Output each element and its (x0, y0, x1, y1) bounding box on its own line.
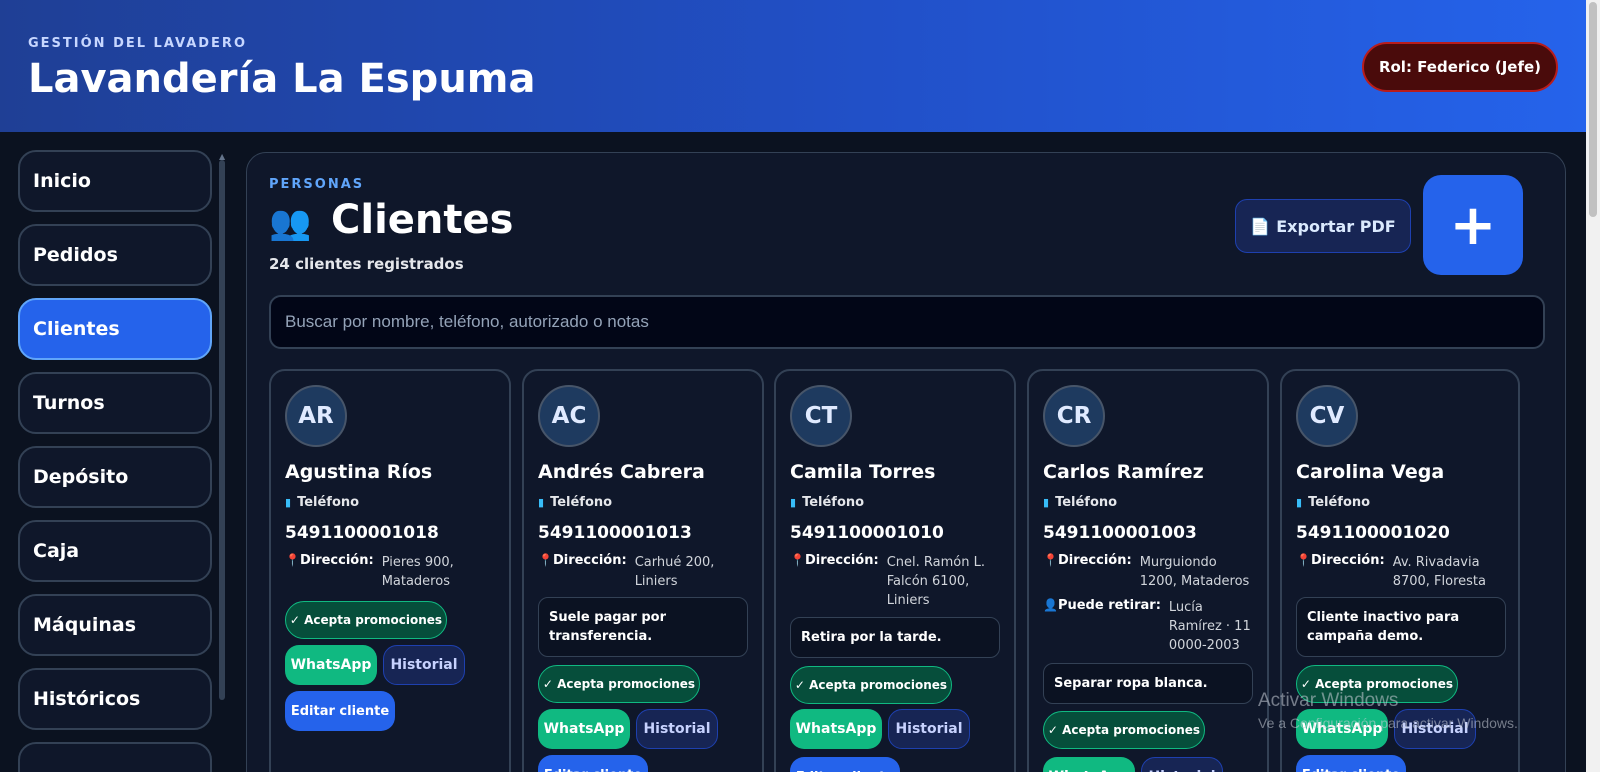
phone-label: ▮ Teléfono (790, 495, 865, 510)
phone-icon: ▮ (790, 496, 797, 509)
client-address: 📍 Dirección: Murguiondo 1200, Mataderos (1043, 553, 1250, 589)
avatar: CR (1043, 385, 1105, 447)
client-name: Agustina Ríos (285, 461, 433, 483)
sidebar-item-inicio[interactable]: Inicio (18, 150, 212, 212)
app-title: Lavandería La Espuma (28, 56, 536, 102)
role-badge[interactable]: Rol: Federico (Jefe) (1362, 42, 1558, 92)
watermark-subtitle: Ve a Configuración para activar Windows. (1258, 715, 1518, 731)
sidebar-scrollbar[interactable] (219, 160, 225, 700)
client-address: 📍 Dirección: Pieres 900, Mataderos (285, 553, 454, 589)
document-icon: 📄 (1250, 216, 1271, 236)
client-card: CR Carlos Ramírez ▮ Teléfono 549110000100… (1027, 369, 1269, 772)
phone-label: ▮ Teléfono (285, 495, 360, 510)
app-header: GESTIÓN DEL LAVADERO Lavandería La Espum… (0, 0, 1586, 132)
client-name: Carolina Vega (1296, 461, 1445, 483)
client-note: Retira por la tarde. (790, 617, 1000, 658)
page-title: Clientes (331, 197, 514, 243)
sidebar: Inicio Pedidos Clientes Turnos Depósito … (18, 150, 214, 772)
edit-client-button[interactable]: Editar cliente (285, 691, 395, 731)
avatar: CT (790, 385, 852, 447)
promo-badge: ✓ Acepta promociones (1043, 711, 1205, 749)
pin-icon: 📍 (285, 553, 300, 567)
client-address: 📍 Dirección: Av. Rivadavia 8700, Florest… (1296, 553, 1486, 589)
client-phone: 5491100001003 (1043, 523, 1197, 543)
phone-icon: ▮ (538, 496, 545, 509)
whatsapp-button[interactable]: WhatsApp (285, 645, 377, 685)
clients-count: 24 clientes registrados (269, 255, 464, 273)
promo-badge: ✓ Acepta promociones (538, 665, 700, 703)
client-card: AC Andrés Cabrera ▮ Teléfono 549110000101… (522, 369, 764, 772)
whatsapp-button[interactable]: WhatsApp (1043, 757, 1135, 772)
windows-activation-watermark: Activar Windows Ve a Configuración para … (1258, 690, 1518, 731)
whatsapp-button[interactable]: WhatsApp (538, 709, 630, 749)
history-button[interactable]: Historial (888, 709, 970, 749)
pin-icon: 📍 (538, 553, 553, 567)
client-phone: 5491100001013 (538, 523, 692, 543)
client-name: Carlos Ramírez (1043, 461, 1204, 483)
watermark-title: Activar Windows (1258, 690, 1399, 711)
client-name: Camila Torres (790, 461, 936, 483)
header-kicker: GESTIÓN DEL LAVADERO (28, 36, 247, 51)
client-name: Andrés Cabrera (538, 461, 705, 483)
pin-icon: 📍 (1043, 553, 1058, 567)
page-scrollbar-thumb[interactable] (1589, 2, 1597, 217)
avatar: AR (285, 385, 347, 447)
phone-icon: ▮ (285, 496, 292, 509)
phone-icon: ▮ (1296, 496, 1303, 509)
phone-label: ▮ Teléfono (1043, 495, 1118, 510)
export-pdf-label: Exportar PDF (1276, 216, 1396, 236)
client-phone: 5491100001020 (1296, 523, 1450, 543)
sidebar-item-pedidos[interactable]: Pedidos (18, 224, 212, 286)
whatsapp-button[interactable]: WhatsApp (790, 709, 882, 749)
client-card: AR Agustina Ríos ▮ Teléfono 5491100001018… (269, 369, 511, 772)
history-button[interactable]: Historial (1141, 757, 1223, 772)
edit-client-button[interactable]: Editar cliente (1296, 755, 1406, 772)
client-phone: 5491100001018 (285, 523, 439, 543)
phone-label: ▮ Teléfono (1296, 495, 1371, 510)
sidebar-item-caja[interactable]: Caja (18, 520, 212, 582)
phone-icon: ▮ (1043, 496, 1050, 509)
sidebar-item-more[interactable] (18, 742, 212, 772)
edit-client-button[interactable]: Editar cliente (538, 755, 648, 772)
sidebar-item-maquinas[interactable]: Máquinas (18, 594, 212, 656)
sidebar-item-deposito[interactable]: Depósito (18, 446, 212, 508)
client-address: 📍 Dirección: Carhué 200, Liniers (538, 553, 715, 589)
page-scrollbar[interactable] (1586, 0, 1600, 772)
add-client-button[interactable]: + (1423, 175, 1523, 275)
client-note: Separar ropa blanca. (1043, 663, 1253, 704)
person-icon: 👤 (1043, 598, 1058, 612)
client-address: 📍 Dirección: Cnel. Ramón L. Falcón 6100,… (790, 553, 985, 608)
avatar: CV (1296, 385, 1358, 447)
pin-icon: 📍 (790, 553, 805, 567)
pin-icon: 📍 (1296, 553, 1311, 567)
client-card: CT Camila Torres ▮ Teléfono 5491100001010… (774, 369, 1016, 772)
promo-badge: ✓ Acepta promociones (285, 601, 447, 639)
avatar: AC (538, 385, 600, 447)
client-phone: 5491100001010 (790, 523, 944, 543)
sidebar-item-clientes[interactable]: Clientes (18, 298, 212, 360)
sidebar-item-historicos[interactable]: Históricos (18, 668, 212, 730)
client-note: Cliente inactivo para campaña demo. (1296, 597, 1506, 657)
sidebar-item-turnos[interactable]: Turnos (18, 372, 212, 434)
client-note: Suele pagar por transferencia. (538, 597, 748, 657)
people-icon: 👥 (269, 203, 312, 243)
section-kicker: PERSONAS (269, 177, 365, 192)
history-button[interactable]: Historial (383, 645, 465, 685)
client-pickup: 👤 Puede retirar: Lucía Ramírez · 11 0000… (1043, 598, 1251, 653)
edit-client-button[interactable]: Editar cliente (790, 757, 900, 772)
search-input[interactable] (269, 295, 1545, 349)
phone-label: ▮ Teléfono (538, 495, 613, 510)
promo-badge: ✓ Acepta promociones (790, 666, 952, 704)
clients-panel: PERSONAS 👥 Clientes 24 clientes registra… (246, 152, 1566, 772)
history-button[interactable]: Historial (636, 709, 718, 749)
export-pdf-button[interactable]: 📄 Exportar PDF (1235, 199, 1411, 253)
